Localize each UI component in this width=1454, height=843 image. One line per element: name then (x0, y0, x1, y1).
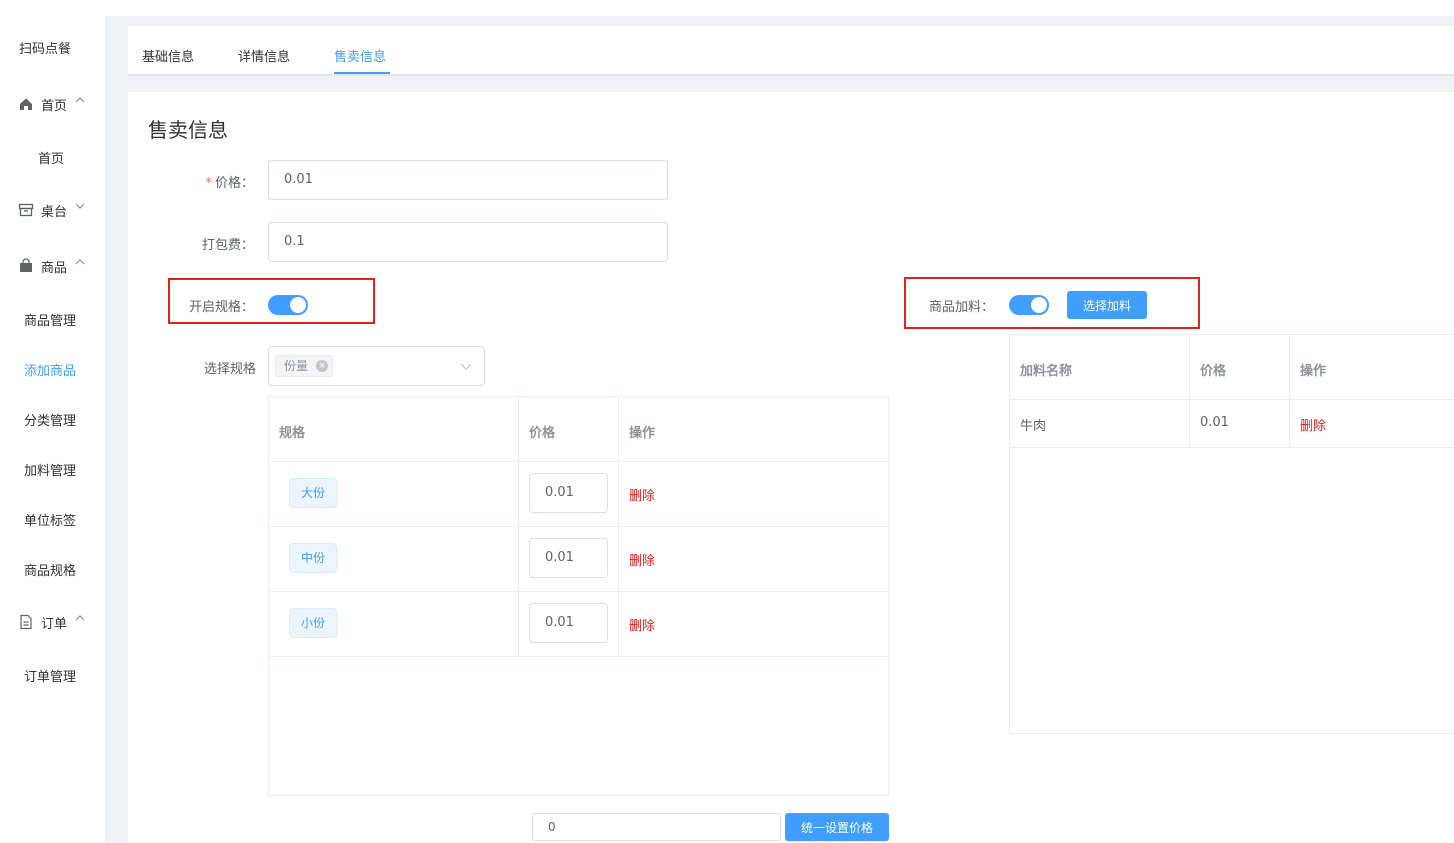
home-icon (20, 98, 32, 110)
spec-select[interactable]: 份量 × (268, 346, 485, 386)
select-spec-label: 选择规格 (203, 362, 256, 377)
column-header-addon-name: 加料名称 (1020, 364, 1073, 379)
addon-table: 加料名称 价格 操作 牛肉 0.01 删除 (1009, 334, 1454, 734)
sidebar-item-add-product[interactable]: 添加商品 (0, 354, 106, 384)
sidebar-item-product-specs[interactable]: 商品规格 (0, 554, 106, 584)
addon-name: 牛肉 (1020, 419, 1047, 434)
sidebar-group-orders[interactable]: 订单 (0, 607, 106, 637)
spec-price-input[interactable]: 0.01 (529, 538, 608, 578)
sidebar-item-label: 添加商品 (24, 364, 77, 379)
packing-fee-label: 打包费： (201, 238, 254, 253)
sidebar-item-label: 分类管理 (24, 414, 77, 429)
spec-price-input[interactable]: 0.01 (529, 473, 608, 513)
addon-switch-label: 商品加料： (928, 300, 994, 315)
sidebar-group-label: 订单 (41, 617, 68, 632)
spec-table: 规格 价格 操作 大份 0.01 删除 中份 0.01 删除 小份 0.01 删… (268, 396, 889, 796)
addon-switch[interactable] (1009, 295, 1049, 315)
chevron-up-icon (75, 259, 85, 265)
choose-addon-button[interactable]: 选择加料 (1067, 291, 1147, 319)
row-divider (269, 461, 888, 462)
active-tab-indicator (334, 72, 390, 74)
column-divider (1189, 335, 1190, 447)
document-icon (20, 614, 32, 630)
price-input[interactable]: 0.01 (268, 160, 668, 200)
sidebar-item-label: 订单管理 (24, 670, 77, 685)
sidebar: 扫码点餐 首页 首页 桌台 商品 商品管理 添加商品 分类管理 加料管理 单位标… (0, 16, 106, 843)
sidebar-group-tables[interactable]: 桌台 (0, 195, 106, 225)
sidebar-group-home[interactable]: 首页 (0, 89, 106, 119)
chevron-up-icon (75, 97, 85, 103)
sidebar-item-label: 商品管理 (24, 314, 77, 329)
spec-tag-small: 小份 (289, 608, 338, 638)
sidebar-group-products[interactable]: 商品 (0, 251, 106, 281)
sidebar-item-unit-tags[interactable]: 单位标签 (0, 504, 106, 534)
chevron-up-icon (75, 615, 85, 621)
page-title: 售卖信息 (148, 118, 228, 142)
row-divider (1010, 447, 1454, 448)
spec-tag-portion: 份量 × (275, 355, 334, 377)
sidebar-item-label: 首页 (38, 152, 65, 167)
sidebar-item-product-management[interactable]: 商品管理 (0, 304, 106, 334)
column-header-price: 价格 (1200, 364, 1227, 379)
spec-price-input[interactable]: 0.01 (529, 603, 608, 643)
spec-switch[interactable] (268, 295, 308, 315)
column-divider (518, 397, 519, 656)
required-mark: * (205, 176, 212, 191)
sidebar-item-home[interactable]: 首页 (0, 142, 106, 172)
tab-bar: 基础信息 详情信息 售卖信息 (128, 26, 1454, 76)
tab-basic-info[interactable]: 基础信息 (142, 46, 194, 65)
delete-link[interactable]: 删除 (629, 550, 655, 569)
delete-link[interactable]: 删除 (629, 615, 655, 634)
column-divider (1289, 335, 1290, 447)
delete-link[interactable]: 删除 (629, 485, 655, 504)
column-header-price: 价格 (529, 426, 556, 441)
sidebar-item-category-management[interactable]: 分类管理 (0, 404, 106, 434)
delete-link[interactable]: 删除 (1300, 415, 1326, 434)
column-divider (618, 397, 619, 656)
top-bar (0, 0, 1454, 16)
chevron-down-icon (460, 363, 472, 370)
spec-tag-medium: 中份 (289, 543, 338, 573)
spec-tag-large: 大份 (289, 478, 338, 508)
price-label-text: 价格： (214, 176, 254, 191)
close-icon[interactable]: × (316, 360, 329, 372)
table-icon (18, 203, 34, 217)
tab-sales-info[interactable]: 售卖信息 (334, 46, 386, 65)
price-label: * 价格： (198, 172, 254, 191)
addon-price: 0.01 (1200, 415, 1229, 430)
sidebar-item-label: 加料管理 (24, 464, 77, 479)
bag-icon (20, 258, 32, 272)
sidebar-group-label: 商品 (41, 261, 68, 276)
tab-detail-info[interactable]: 详情信息 (238, 46, 290, 65)
row-divider (269, 526, 888, 527)
sales-info-card: 售卖信息 * 价格： 0.01 打包费： 0.1 开启规格： 商品加料： 选择加料… (128, 92, 1454, 843)
row-divider (269, 656, 888, 657)
row-divider (1010, 399, 1454, 400)
sidebar-group-label: 首页 (41, 99, 68, 114)
set-uniform-price-button[interactable]: 统一设置价格 (785, 813, 889, 841)
sidebar-item-label: 商品规格 (24, 564, 77, 579)
spec-tag-label: 份量 (284, 359, 309, 373)
sidebar-group-label: 桌台 (41, 205, 68, 220)
chevron-down-icon (75, 203, 85, 209)
bulk-price-input[interactable]: 0 (532, 813, 781, 841)
packing-fee-input[interactable]: 0.1 (268, 222, 668, 262)
spec-switch-label: 开启规格： (188, 300, 254, 315)
sidebar-item-label: 单位标签 (24, 514, 77, 529)
app-brand: 扫码点餐 (19, 42, 72, 57)
sidebar-item-addon-management[interactable]: 加料管理 (0, 454, 106, 484)
column-header-spec: 规格 (279, 426, 306, 441)
sidebar-item-order-management[interactable]: 订单管理 (0, 660, 106, 690)
column-header-action: 操作 (1300, 364, 1327, 379)
column-header-action: 操作 (629, 426, 656, 441)
row-divider (269, 591, 888, 592)
